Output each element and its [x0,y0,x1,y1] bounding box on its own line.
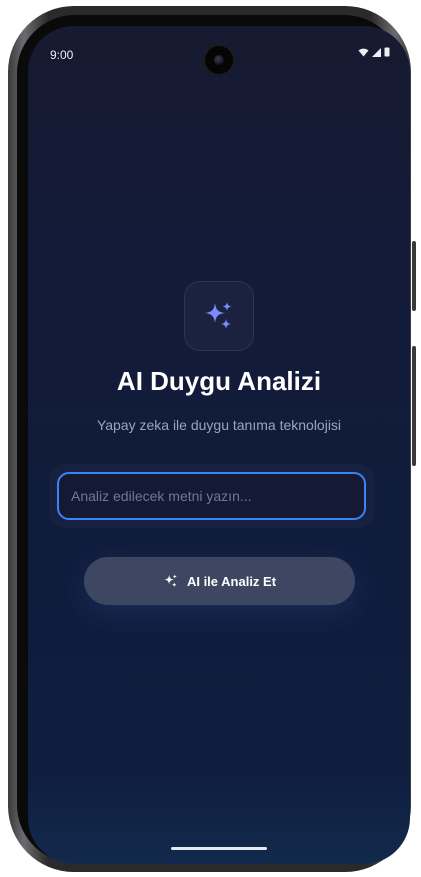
page-subtitle: Yapay zeka ile duygu tanıma teknolojisi [96,417,342,433]
battery-icon [384,47,390,57]
home-indicator[interactable] [171,847,267,850]
app-logo [184,281,254,351]
status-time: 9:00 [50,48,74,62]
power-button [412,241,416,311]
text-input[interactable] [57,472,366,520]
analyze-button[interactable]: AI ile Analiz Et [84,557,355,605]
page-title: AI Duygu Analizi [116,366,322,396]
sparkles-icon [164,574,177,588]
front-camera [205,46,233,74]
input-container [49,464,374,528]
phone-frame: 9:00 AI Duygu Analizi Yapay zeka ile duy… [8,6,416,872]
signal-icon [372,47,381,57]
analyze-button-label: AI ile Analiz Et [186,573,277,589]
volume-button [412,346,416,466]
app-screen: 9:00 AI Duygu Analizi Yapay zeka ile duy… [28,26,410,864]
status-icons [358,47,390,57]
sparkles-icon [205,302,232,329]
wifi-icon [358,48,369,56]
